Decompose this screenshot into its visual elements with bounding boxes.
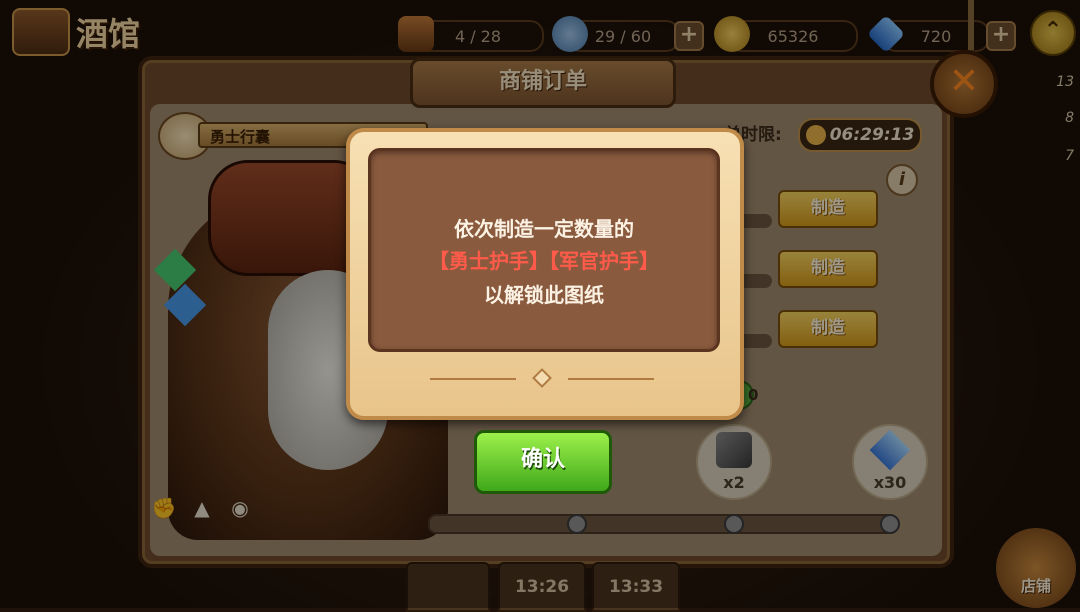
modal-divider (430, 368, 656, 388)
modal-line-2: 【勇士护手】【军官护手】 (371, 245, 717, 274)
unlock-modal: 依次制造一定数量的 【勇士护手】【军官护手】 以解锁此图纸 (346, 128, 744, 420)
modal-item-2: 【军官护手】 (549, 249, 659, 273)
modal-message-box: 依次制造一定数量的 【勇士护手】【军官护手】 以解锁此图纸 (368, 148, 720, 352)
divider-line-right (568, 378, 654, 380)
modal-item-1: 【勇士护手】 (429, 249, 549, 273)
modal-line-3: 以解锁此图纸 (484, 283, 604, 307)
modal-line-1: 依次制造一定数量的 (454, 217, 634, 241)
divider-diamond-icon (532, 368, 552, 388)
confirm-button[interactable]: 确认 (474, 430, 612, 494)
divider-line-left (430, 378, 516, 380)
